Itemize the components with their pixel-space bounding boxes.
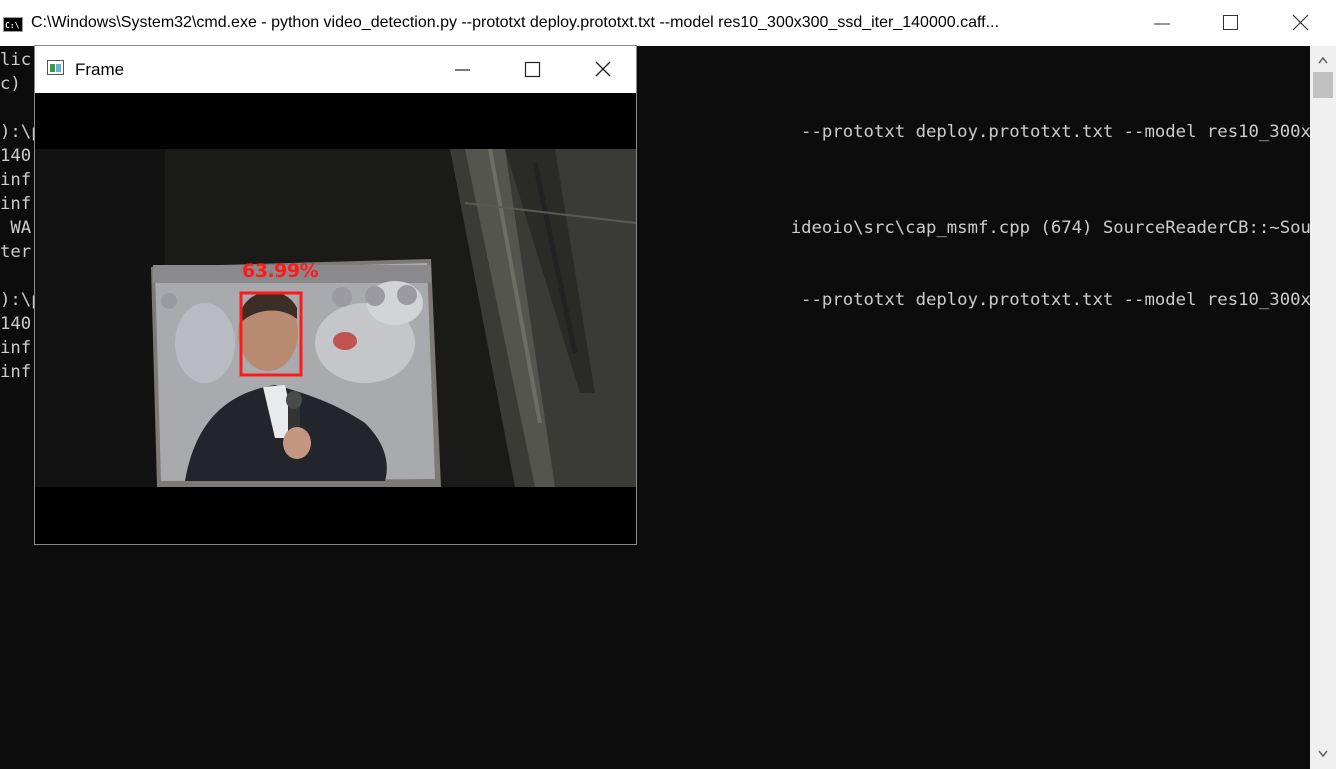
video-canvas: 63.99%: [35, 93, 636, 544]
image-window-icon: [47, 60, 64, 75]
console-line: inf: [0, 362, 32, 382]
frame-titlebar[interactable]: Frame: [35, 46, 636, 93]
video-frame-image: [35, 93, 636, 544]
console-line: c): [0, 74, 21, 94]
console-line: 140: [0, 146, 32, 166]
console-minimize-button[interactable]: [1139, 0, 1185, 46]
cmd-icon: C:\: [3, 17, 23, 32]
frame-window-title: Frame: [75, 60, 125, 79]
detection-confidence-label: 63.99%: [242, 260, 319, 282]
console-line: 140: [0, 314, 32, 334]
scroll-down-arrow-icon[interactable]: [1318, 750, 1328, 758]
close-icon: [1292, 14, 1309, 31]
console-scrollbar[interactable]: [1310, 46, 1336, 769]
maximize-icon: [1223, 15, 1238, 30]
console-line: inf: [0, 194, 32, 214]
frame-window[interactable]: Frame 63.99%: [34, 45, 637, 545]
frame-minimize-button[interactable]: [440, 46, 486, 92]
close-icon: [595, 61, 611, 77]
console-window-title: C:\Windows\System32\cmd.exe - python vid…: [31, 14, 999, 31]
console-close-button[interactable]: [1278, 0, 1324, 46]
maximize-icon: [524, 61, 541, 78]
console-line: inf: [0, 170, 32, 190]
minimize-icon: [1154, 23, 1170, 25]
minimize-icon: [455, 69, 470, 71]
console-titlebar[interactable]: C:\ C:\Windows\System32\cmd.exe - python…: [0, 0, 1336, 47]
console-line: inf: [0, 338, 32, 358]
scroll-thumb[interactable]: [1313, 72, 1333, 98]
frame-maximize-button[interactable]: [509, 46, 555, 92]
scroll-up-arrow-icon[interactable]: [1318, 56, 1328, 64]
console-line: ter: [0, 242, 32, 262]
frame-close-button[interactable]: [580, 46, 626, 92]
console-maximize-button[interactable]: [1208, 0, 1254, 46]
